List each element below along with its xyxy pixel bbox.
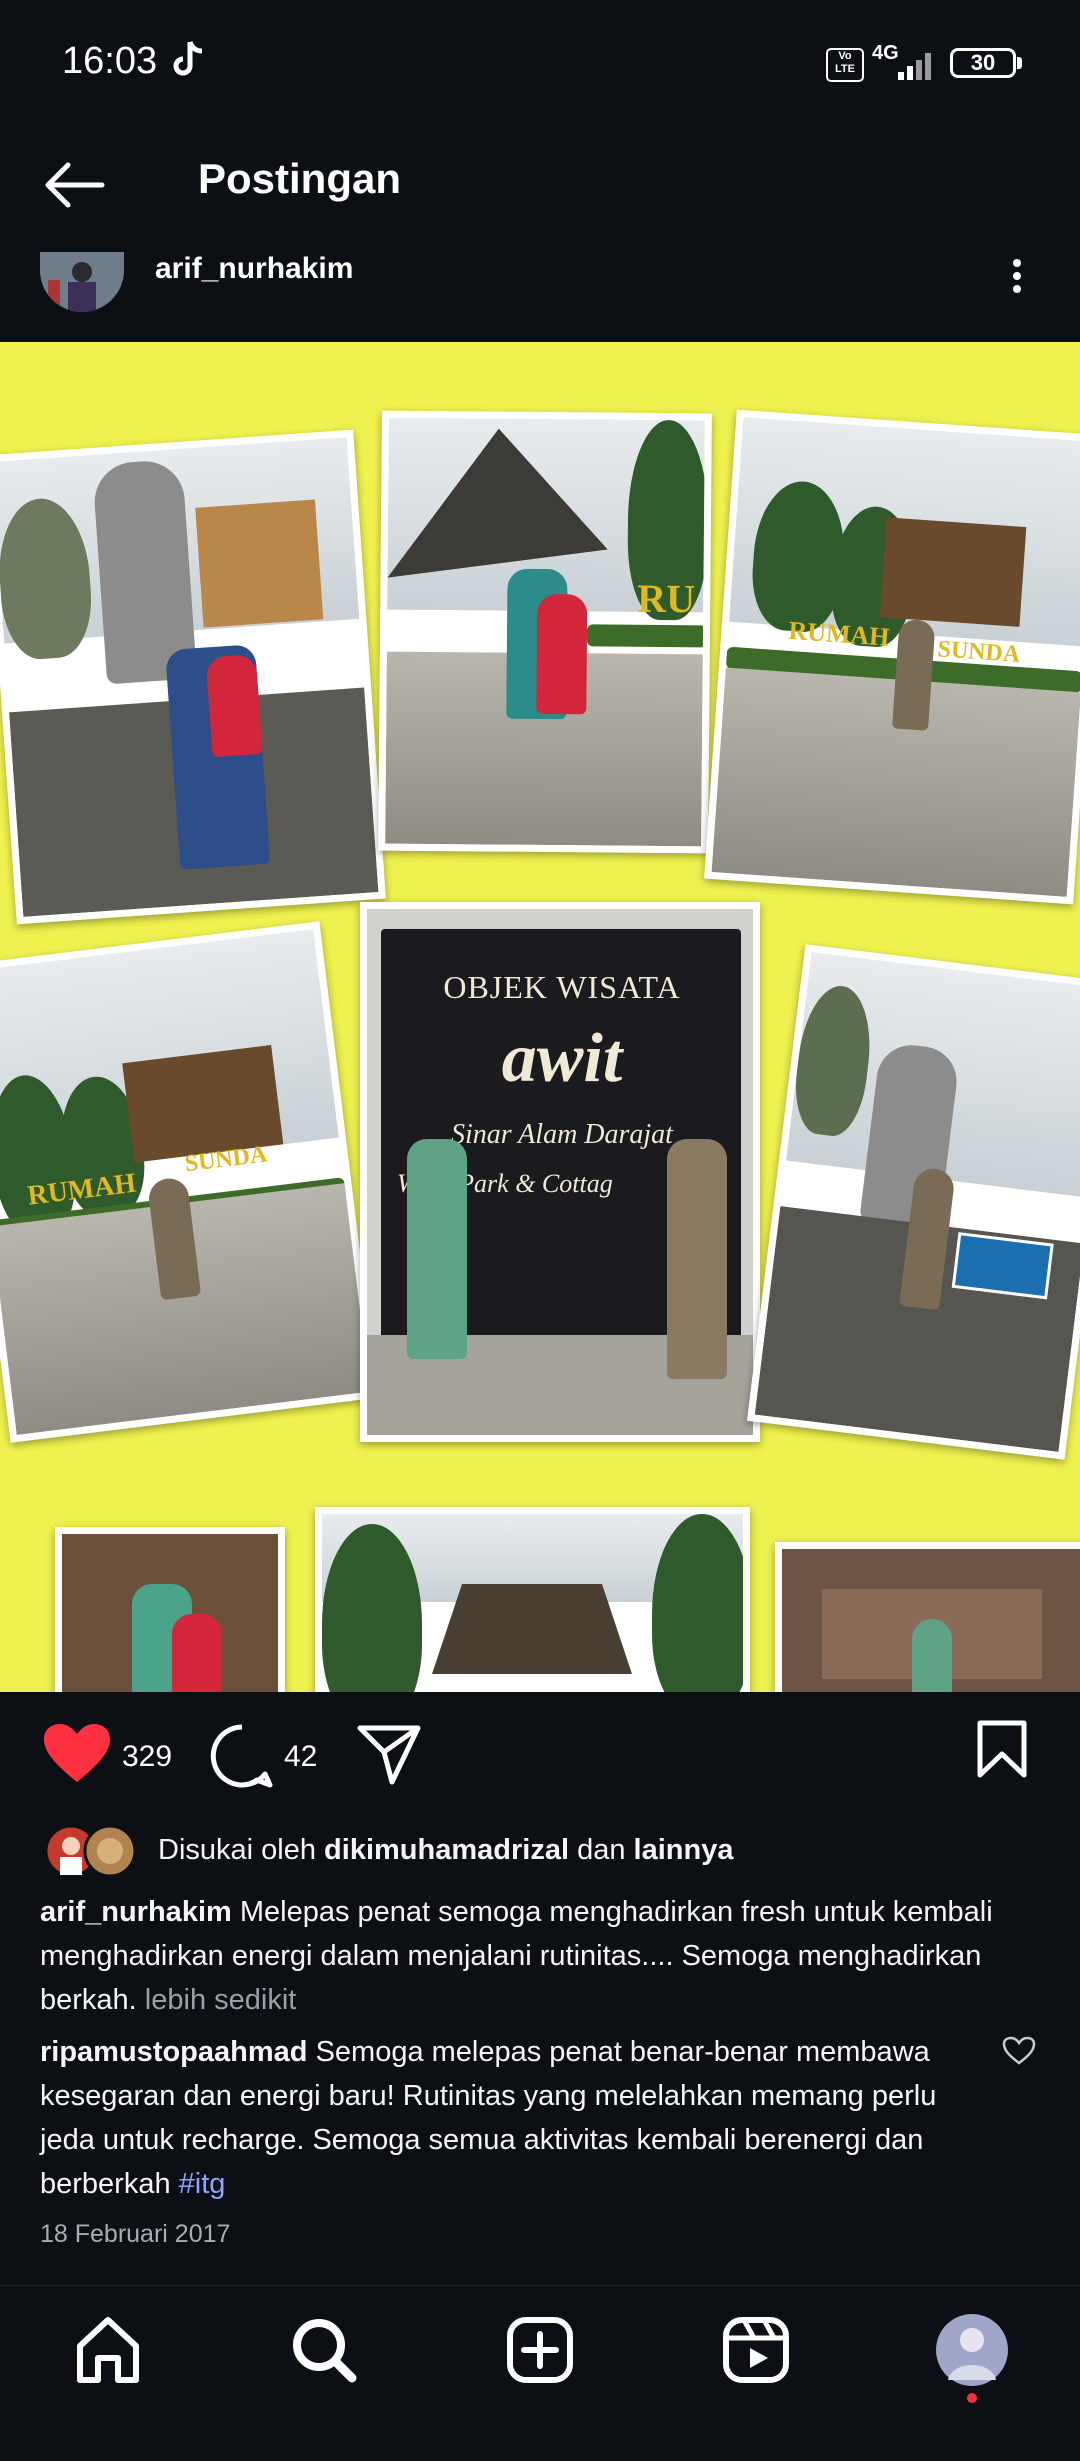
post-image[interactable]: RU RUMAH SUNDA RUMAH SUNDA OBJEK WISATA … — [0, 342, 1080, 1692]
post-author-avatar[interactable] — [40, 252, 124, 312]
arrow-left-icon — [45, 162, 105, 208]
share-button[interactable] — [356, 1722, 422, 1786]
like-button[interactable] — [42, 1722, 112, 1786]
comment-username[interactable]: ripamustopaahmad — [40, 2036, 308, 2068]
collage-photo-park — [315, 1507, 750, 1692]
board-line-2: awit — [501, 1020, 623, 1097]
comment-item: ripamustopaahmad Semoga melepas penat be… — [40, 2030, 980, 2206]
liked-by-others[interactable]: lainnya — [634, 1834, 734, 1866]
post-author-username[interactable]: arif_nurhakim — [155, 252, 353, 286]
caption-less-link[interactable]: lebih sedikit — [145, 1984, 297, 2016]
back-button[interactable] — [40, 160, 110, 210]
collage-photo-house: RU — [378, 410, 712, 854]
nav-search[interactable] — [284, 2310, 364, 2390]
battery-icon: 30 — [950, 48, 1016, 78]
sign-text: SUNDA — [936, 636, 1022, 668]
heart-outline-icon — [1002, 2036, 1036, 2065]
page-title: Postingan — [198, 155, 402, 202]
tiktok-icon — [170, 40, 206, 89]
bookmark-icon — [977, 1720, 1027, 1778]
collage-photo-rumah-2: RUMAH SUNDA — [0, 921, 378, 1443]
profile-notification-dot — [967, 2393, 977, 2403]
post-date: 18 Februari 2017 — [40, 2220, 231, 2248]
nav-reels[interactable] — [716, 2310, 796, 2390]
liked-by-user[interactable]: dikimuhamadrizal — [324, 1834, 569, 1866]
heart-filled-icon — [44, 1724, 110, 1782]
caption-username[interactable]: arif_nurhakim — [40, 1896, 232, 1928]
collage-photo-board: OBJEK WISATA awit Sinar Alam Darajat Wat… — [360, 902, 760, 1442]
sign-text: RU — [637, 575, 696, 622]
nav-home[interactable] — [68, 2310, 148, 2390]
home-icon — [77, 2317, 139, 2383]
nav-create[interactable] — [500, 2310, 580, 2390]
comment-icon — [210, 1724, 273, 1788]
board-line-1: OBJEK WISATA — [443, 969, 681, 1005]
comment-like-button[interactable] — [1002, 2036, 1036, 2066]
post-caption: arif_nurhakim Melepas penat semoga mengh… — [40, 1890, 1030, 2022]
network-type: 4G — [872, 42, 899, 64]
comment-count[interactable]: 42 — [284, 1740, 317, 1774]
liked-by-conjunction: dan — [577, 1834, 626, 1866]
collage-photo-rumah: RUMAH SUNDA — [704, 409, 1080, 905]
comment-button[interactable] — [208, 1722, 276, 1790]
like-count[interactable]: 329 — [122, 1740, 172, 1774]
search-icon — [293, 2319, 357, 2383]
nav-profile[interactable] — [932, 2310, 1012, 2390]
send-icon — [357, 1725, 421, 1785]
collage-photo-wall — [775, 1542, 1080, 1692]
battery-tip — [1017, 57, 1022, 69]
liked-by-avatars[interactable] — [42, 1824, 138, 1878]
volte-icon: Vo LTE — [826, 48, 864, 82]
more-vertical-icon — [1013, 259, 1021, 293]
sign-text: RUMAH — [787, 615, 891, 652]
liked-by-prefix: Disukai oleh — [158, 1834, 316, 1866]
collage-photo-statue — [0, 429, 386, 925]
collage-photo-statue-2 — [746, 944, 1080, 1460]
create-icon — [507, 2317, 573, 2383]
status-time: 16:03 — [62, 40, 158, 82]
profile-avatar — [936, 2314, 1008, 2386]
reels-icon — [723, 2317, 789, 2383]
liked-by-text[interactable]: Disukai oleh dikimuhamadrizal dan lainny… — [158, 1834, 733, 1867]
comment-hashtag[interactable]: #itg — [179, 2168, 226, 2200]
save-button[interactable] — [976, 1720, 1028, 1778]
more-options-button[interactable] — [1010, 256, 1024, 296]
signal-icon — [898, 50, 938, 80]
collage-photo-chair — [55, 1527, 285, 1692]
